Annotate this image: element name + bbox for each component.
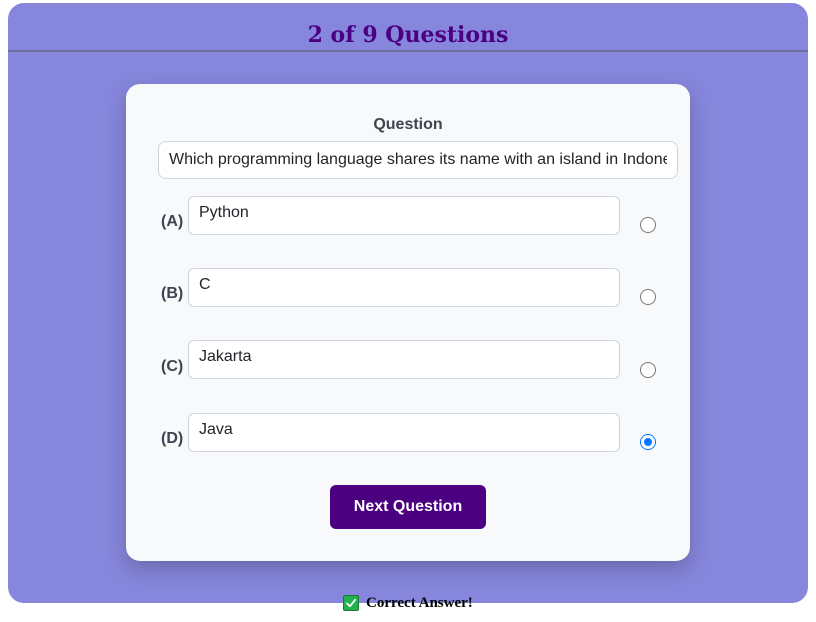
option-b-input[interactable] xyxy=(188,268,620,307)
check-mark-icon xyxy=(343,595,359,611)
option-c-letter: (C) xyxy=(161,358,184,375)
option-d-letter: (D) xyxy=(161,430,184,447)
option-b-letter: (B) xyxy=(161,285,184,302)
quiz-app: 2 of 9 Questions Question (A) (B) (C) (D… xyxy=(8,3,808,603)
option-a-radio[interactable] xyxy=(640,217,656,233)
question-label: Question xyxy=(373,116,443,133)
question-counter-title: 2 of 9 Questions xyxy=(307,22,509,48)
feedback-text: Correct Answer! xyxy=(366,594,473,611)
header: 2 of 9 Questions xyxy=(8,3,808,52)
option-a-letter: (A) xyxy=(161,213,184,230)
option-a-input[interactable] xyxy=(188,196,620,235)
next-question-button[interactable]: Next Question xyxy=(330,485,486,529)
option-d-input[interactable] xyxy=(188,413,620,452)
feedback-message: Correct Answer! xyxy=(343,594,473,612)
option-c-input[interactable] xyxy=(188,340,620,379)
question-input[interactable] xyxy=(158,141,678,179)
option-b-radio[interactable] xyxy=(640,289,656,305)
option-c-radio[interactable] xyxy=(640,362,656,378)
option-d-radio[interactable] xyxy=(640,434,656,450)
question-card: Question (A) (B) (C) (D) Next Question xyxy=(126,84,690,561)
